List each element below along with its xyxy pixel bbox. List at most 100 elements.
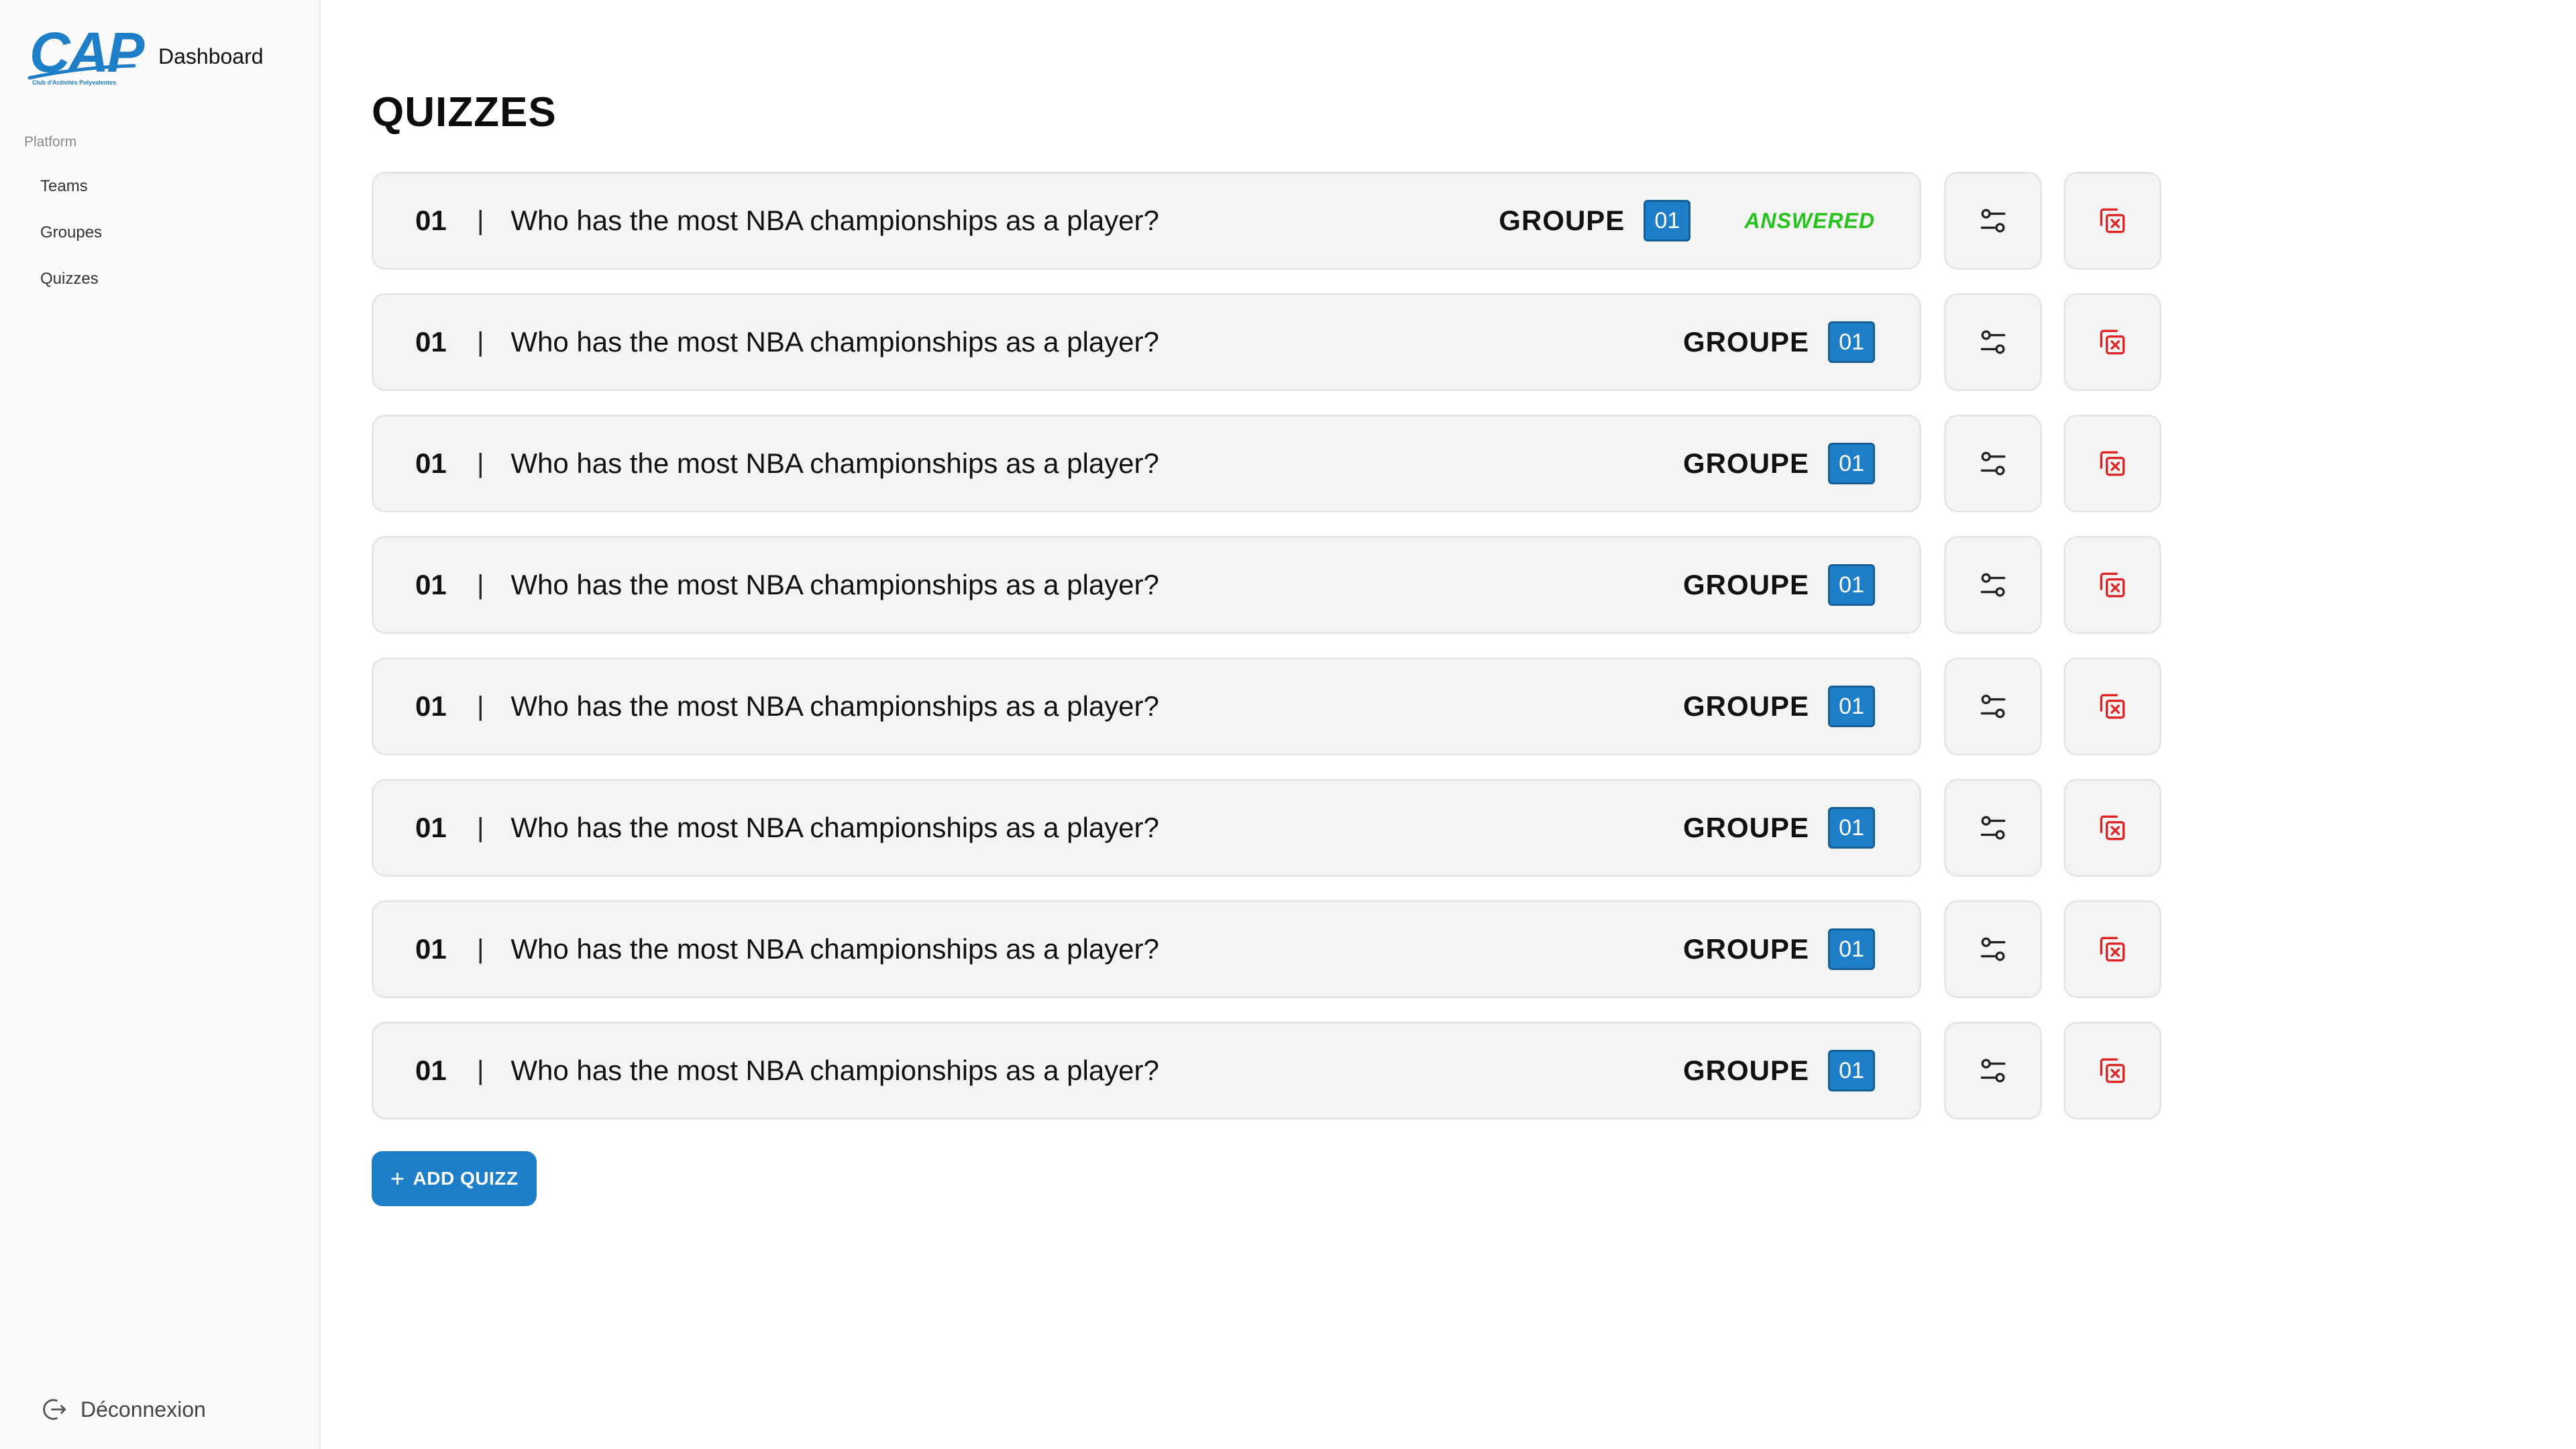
delete-copy-icon	[2100, 1058, 2125, 1083]
quiz-card[interactable]: 01 | Who has the most NBA championships …	[372, 536, 1921, 634]
quiz-card[interactable]: 01 | Who has the most NBA championships …	[372, 657, 1921, 755]
groupe-badge: 01	[1828, 1050, 1875, 1091]
delete-copy-icon	[2100, 572, 2125, 598]
quiz-settings-button[interactable]	[1944, 900, 2042, 998]
groupe-badge: 01	[1644, 200, 1691, 241]
quiz-delete-button[interactable]	[2063, 172, 2161, 270]
groupe-label: GROUPE	[1682, 1055, 1809, 1086]
quiz-question: Who has the most NBA championships as a …	[511, 205, 1159, 236]
quiz-delete-button[interactable]	[2063, 415, 2161, 513]
groupe-label: GROUPE	[1682, 812, 1809, 843]
quiz-question: Who has the most NBA championships as a …	[511, 690, 1159, 722]
quiz-number: 01	[415, 326, 447, 358]
quiz-separator: |	[477, 691, 484, 721]
quiz-separator: |	[477, 1055, 484, 1085]
page-title: QUIZZES	[372, 89, 557, 136]
quiz-card[interactable]: 01 | Who has the most NBA championships …	[372, 415, 1921, 513]
quiz-separator: |	[477, 570, 484, 600]
delete-copy-icon	[2100, 694, 2125, 719]
quiz-delete-button[interactable]	[2063, 779, 2161, 877]
quiz-card[interactable]: 01 | Who has the most NBA championships …	[372, 293, 1921, 391]
sidebar: CAP Club d'Activités Polyvalentes Dashbo…	[0, 0, 321, 1449]
quiz-question: Who has the most NBA championships as a …	[511, 1055, 1159, 1086]
quiz-card[interactable]: 01 | Who has the most NBA championships …	[372, 779, 1921, 877]
quiz-row: 01 | Who has the most NBA championships …	[372, 415, 2161, 513]
quiz-settings-button[interactable]	[1944, 657, 2042, 755]
quiz-number: 01	[415, 690, 447, 722]
groupe-label: GROUPE	[1682, 326, 1809, 358]
logo-subtitle: Club d'Activités Polyvalentes	[32, 79, 117, 86]
sidebar-item-quizzes[interactable]: Quizzes	[40, 268, 102, 315]
groupe-label: GROUPE	[1682, 933, 1809, 965]
sliders-icon	[1980, 1059, 2006, 1083]
add-quizz-button[interactable]: + ADD QUIZZ	[372, 1151, 537, 1206]
sidebar-item-groupes[interactable]: Groupes	[40, 222, 102, 268]
quiz-separator: |	[477, 327, 484, 357]
quiz-settings-button[interactable]	[1944, 172, 2042, 270]
platform-section-label: Platform	[24, 134, 77, 150]
add-quizz-label: ADD QUIZZ	[413, 1168, 519, 1189]
delete-copy-icon	[2100, 936, 2125, 962]
quiz-settings-button[interactable]	[1944, 293, 2042, 391]
plus-icon: +	[390, 1165, 405, 1192]
groupe-label: GROUPE	[1682, 690, 1809, 722]
cap-logo[interactable]: CAP Club d'Activités Polyvalentes	[27, 24, 144, 87]
groupe-label: GROUPE	[1682, 447, 1809, 479]
quiz-number: 01	[415, 205, 447, 236]
groupe-badge: 01	[1828, 807, 1875, 849]
groupe-badge: 01	[1828, 686, 1875, 727]
quiz-status-answered: ANSWERED	[1744, 208, 1875, 233]
quiz-delete-button[interactable]	[2063, 1022, 2161, 1120]
quiz-number: 01	[415, 447, 447, 479]
quiz-separator: |	[477, 205, 484, 235]
quiz-separator: |	[477, 448, 484, 478]
quiz-delete-button[interactable]	[2063, 900, 2161, 998]
sliders-icon	[1980, 573, 2006, 597]
quiz-delete-button[interactable]	[2063, 657, 2161, 755]
quiz-number: 01	[415, 569, 447, 600]
quiz-settings-button[interactable]	[1944, 415, 2042, 513]
quiz-settings-button[interactable]	[1944, 779, 2042, 877]
quiz-number: 01	[415, 1055, 447, 1086]
sliders-icon	[1980, 816, 2006, 840]
delete-copy-icon	[2100, 208, 2125, 233]
quiz-row: 01 | Who has the most NBA championships …	[372, 536, 2161, 634]
groupe-badge: 01	[1828, 443, 1875, 484]
delete-copy-icon	[2100, 451, 2125, 476]
quiz-settings-button[interactable]	[1944, 536, 2042, 634]
logout-button[interactable]: Déconnexion	[40, 1395, 206, 1424]
quiz-card[interactable]: 01 | Who has the most NBA championships …	[372, 1022, 1921, 1120]
quiz-delete-button[interactable]	[2063, 293, 2161, 391]
quiz-number: 01	[415, 812, 447, 843]
sliders-icon	[1980, 694, 2006, 718]
quiz-row: 01 | Who has the most NBA championships …	[372, 900, 2161, 998]
groupe-badge: 01	[1828, 928, 1875, 970]
groupe-label: GROUPE	[1499, 205, 1625, 236]
quiz-delete-button[interactable]	[2063, 536, 2161, 634]
quiz-question: Who has the most NBA championships as a …	[511, 933, 1159, 965]
quiz-question: Who has the most NBA championships as a …	[511, 812, 1159, 843]
logout-label: Déconnexion	[80, 1397, 206, 1421]
sliders-icon	[1980, 937, 2006, 961]
quiz-row: 01 | Who has the most NBA championships …	[372, 172, 2161, 270]
delete-copy-icon	[2100, 815, 2125, 841]
dashboard-title[interactable]: Dashboard	[158, 44, 264, 69]
groupe-label: GROUPE	[1682, 569, 1809, 600]
quiz-question: Who has the most NBA championships as a …	[511, 326, 1159, 358]
quiz-question: Who has the most NBA championships as a …	[511, 447, 1159, 479]
groupe-badge: 01	[1828, 564, 1875, 606]
quiz-number: 01	[415, 933, 447, 965]
brand[interactable]: CAP Club d'Activités Polyvalentes	[27, 24, 144, 87]
delete-copy-icon	[2100, 329, 2125, 355]
quiz-card[interactable]: 01 | Who has the most NBA championships …	[372, 900, 1921, 998]
quiz-question: Who has the most NBA championships as a …	[511, 569, 1159, 600]
logout-icon	[43, 1399, 66, 1420]
quiz-row: 01 | Who has the most NBA championships …	[372, 293, 2161, 391]
quiz-list: 01 | Who has the most NBA championships …	[372, 172, 2161, 1143]
groupe-badge: 01	[1828, 321, 1875, 363]
quiz-row: 01 | Who has the most NBA championships …	[372, 779, 2161, 877]
quiz-row: 01 | Who has the most NBA championships …	[372, 657, 2161, 755]
quiz-card[interactable]: 01 | Who has the most NBA championships …	[372, 172, 1921, 270]
quiz-settings-button[interactable]	[1944, 1022, 2042, 1120]
sidebar-item-teams[interactable]: Teams	[40, 176, 102, 222]
